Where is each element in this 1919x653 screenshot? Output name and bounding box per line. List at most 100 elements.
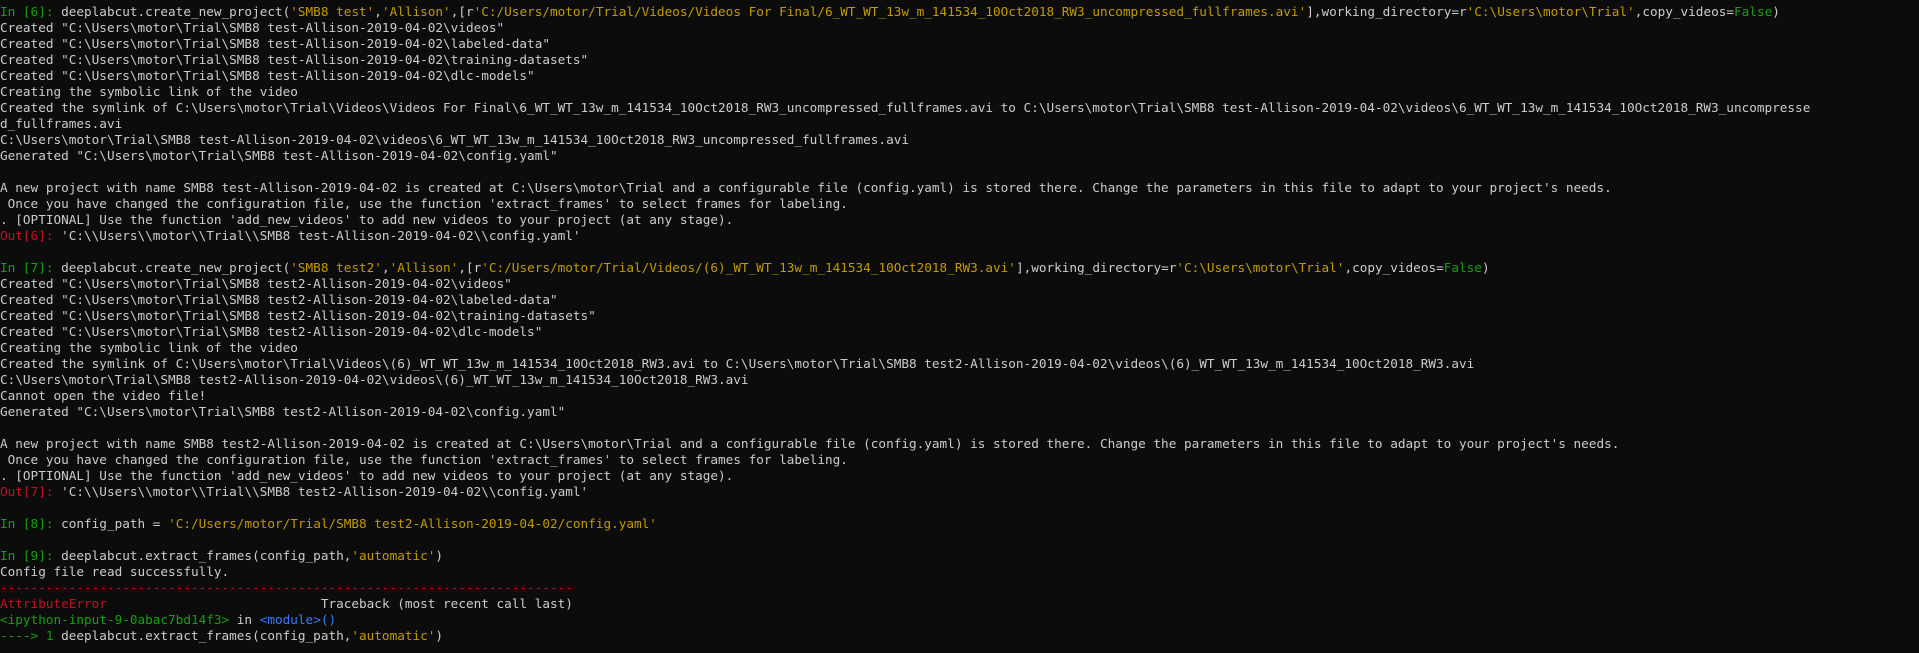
terminal-text-segment: In [6]: xyxy=(0,4,62,19)
terminal-text-segment: deeplabcut.extract_frames(config_path, xyxy=(61,548,352,563)
terminal-text-segment: config_path = xyxy=(61,516,169,531)
terminal-line: Once you have changed the configuration … xyxy=(0,196,1919,212)
terminal-line: C:\Users\motor\Trial\SMB8 test-Allison-2… xyxy=(0,132,1919,148)
terminal-text-segment: <module>() xyxy=(259,612,337,627)
terminal-text-segment: Traceback (most recent call last) xyxy=(106,596,573,611)
terminal-text-segment: ,copy_videos= xyxy=(1344,260,1444,275)
terminal-line: A new project with name SMB8 test-Alliso… xyxy=(0,180,1919,196)
terminal-text-segment: ,copy_videos= xyxy=(1634,4,1735,19)
terminal-text-segment: Created "C:\Users\motor\Trial\SMB8 test-… xyxy=(0,68,535,83)
terminal-line: Created "C:\Users\motor\Trial\SMB8 test-… xyxy=(0,68,1919,84)
terminal-text-segment: Once you have changed the configuration … xyxy=(0,452,848,467)
terminal-text-segment: 'C:\\Users\\motor\\Trial\\SMB8 test-Alli… xyxy=(61,228,581,243)
terminal-text-segment: deeplabcut.create_new_project( xyxy=(61,4,291,19)
terminal-text-segment: 'C:/Users/motor/Trial/Videos/(6)_WT_WT_1… xyxy=(481,260,1016,275)
terminal-line: Created the symlink of C:\Users\motor\Tr… xyxy=(0,100,1919,116)
terminal-text-segment: 'automatic' xyxy=(351,628,436,643)
terminal-text-segment: , xyxy=(381,260,390,275)
terminal-text-segment: Creating the symbolic link of the video xyxy=(0,340,298,355)
terminal-text-segment: 'C:/Users/motor/Trial/Videos/Videos For … xyxy=(473,4,1307,19)
terminal-text-segment: Cannot open the video file! xyxy=(0,388,207,403)
terminal-line: ----------------------------------------… xyxy=(0,580,1919,596)
terminal-line: ----> 1 deeplabcut.extract_frames(config… xyxy=(0,628,1919,644)
terminal-text-segment: A new project with name SMB8 test2-Allis… xyxy=(0,436,1620,451)
terminal-text-segment: C:\Users\motor\Trial\SMB8 test-Allison-2… xyxy=(0,132,909,147)
terminal-text-segment: 'C:/Users/motor/Trial/SMB8 test2-Allison… xyxy=(168,516,657,531)
terminal-text-segment: deeplabcut.extract_frames(config_path, xyxy=(61,628,352,643)
terminal-text-segment: ,[r xyxy=(450,4,474,19)
terminal-text-segment: ) xyxy=(1481,260,1490,275)
terminal-line: Cannot open the video file! xyxy=(0,388,1919,404)
terminal-line: Creating the symbolic link of the video xyxy=(0,84,1919,100)
terminal-text-segment: 'C:\\Users\\motor\\Trial\\SMB8 test2-All… xyxy=(61,484,589,499)
terminal-text-segment: Generated "C:\Users\motor\Trial\SMB8 tes… xyxy=(0,148,558,163)
terminal-text-segment: ],working_directory=r xyxy=(1015,260,1177,275)
terminal-text-segment: Config file read successfully. xyxy=(0,564,230,579)
terminal-line: A new project with name SMB8 test2-Allis… xyxy=(0,436,1919,452)
terminal-line: AttributeError Traceback (most recent ca… xyxy=(0,596,1919,612)
terminal-text-segment: <ipython-input-9-0abac7bd14f3> xyxy=(0,612,230,627)
terminal-text-segment: In [9]: xyxy=(0,548,62,563)
terminal-text-segment: , xyxy=(374,4,382,19)
terminal-window[interactable]: In [6]: deeplabcut.create_new_project('S… xyxy=(0,0,1919,653)
terminal-line: Creating the symbolic link of the video xyxy=(0,340,1919,356)
terminal-text-segment: Out[6]: xyxy=(0,228,62,243)
terminal-line: Created "C:\Users\motor\Trial\SMB8 test-… xyxy=(0,20,1919,36)
terminal-text-segment: ) xyxy=(435,548,444,563)
terminal-text-segment: Generated "C:\Users\motor\Trial\SMB8 tes… xyxy=(0,404,566,419)
terminal-line: . [OPTIONAL] Use the function 'add_new_v… xyxy=(0,212,1919,228)
terminal-line: C:\Users\motor\Trial\SMB8 test2-Allison-… xyxy=(0,372,1919,388)
terminal-text-segment: Out[7]: xyxy=(0,484,62,499)
terminal-text-segment: Created the symlink of C:\Users\motor\Tr… xyxy=(0,100,1811,115)
terminal-text-segment: C:\Users\motor\Trial\SMB8 test2-Allison-… xyxy=(0,372,749,387)
terminal-text-segment: 'C:\Users\motor\Trial' xyxy=(1176,260,1345,275)
terminal-text-segment: Created "C:\Users\motor\Trial\SMB8 test2… xyxy=(0,292,558,307)
terminal-text-segment: . [OPTIONAL] Use the function 'add_new_v… xyxy=(0,468,734,483)
terminal-text-segment: 'Allison' xyxy=(381,4,451,19)
terminal-line: d_fullframes.avi xyxy=(0,116,1919,132)
terminal-line: Once you have changed the configuration … xyxy=(0,452,1919,468)
terminal-text-segment: 'automatic' xyxy=(351,548,436,563)
terminal-text-segment: . [OPTIONAL] Use the function 'add_new_v… xyxy=(0,212,734,227)
terminal-line: Created "C:\Users\motor\Trial\SMB8 test2… xyxy=(0,324,1919,340)
terminal-text-segment: False xyxy=(1443,260,1482,275)
terminal-text-segment: False xyxy=(1734,4,1773,19)
terminal-line: Out[6]: 'C:\\Users\\motor\\Trial\\SMB8 t… xyxy=(0,228,1919,244)
terminal-text-segment: Created "C:\Users\motor\Trial\SMB8 test2… xyxy=(0,276,512,291)
terminal-text-segment: Created the symlink of C:\Users\motor\Tr… xyxy=(0,356,1475,371)
terminal-text-segment: AttributeError xyxy=(0,596,107,611)
terminal-text-segment: In [8]: xyxy=(0,516,62,531)
terminal-text-segment: ],working_directory=r xyxy=(1306,4,1467,19)
terminal-line: . [OPTIONAL] Use the function 'add_new_v… xyxy=(0,468,1919,484)
terminal-text-segment: deeplabcut.create_new_project( xyxy=(61,260,291,275)
terminal-text-segment: in xyxy=(229,612,260,627)
terminal-line: Created "C:\Users\motor\Trial\SMB8 test-… xyxy=(0,52,1919,68)
terminal-text-segment: Once you have changed the configuration … xyxy=(0,196,848,211)
terminal-line: Config file read successfully. xyxy=(0,564,1919,580)
terminal-line: <ipython-input-9-0abac7bd14f3> in <modul… xyxy=(0,612,1919,628)
terminal-line: In [8]: config_path = 'C:/Users/motor/Tr… xyxy=(0,516,1919,532)
terminal-text-segment: A new project with name SMB8 test-Alliso… xyxy=(0,180,1612,195)
terminal-text-segment: In [7]: xyxy=(0,260,62,275)
terminal-text-segment: Created "C:\Users\motor\Trial\SMB8 test2… xyxy=(0,324,543,339)
terminal-line: Created "C:\Users\motor\Trial\SMB8 test-… xyxy=(0,36,1919,52)
terminal-line: Out[7]: 'C:\\Users\\motor\\Trial\\SMB8 t… xyxy=(0,484,1919,500)
terminal-text-segment: Created "C:\Users\motor\Trial\SMB8 test2… xyxy=(0,308,596,323)
terminal-text-segment: ----> 1 xyxy=(0,628,62,643)
terminal-text-segment: ,[r xyxy=(458,260,482,275)
terminal-text-segment: 'SMB8 test' xyxy=(290,4,375,19)
terminal-text-segment: Creating the symbolic link of the video xyxy=(0,84,298,99)
terminal-line: Generated "C:\Users\motor\Trial\SMB8 tes… xyxy=(0,404,1919,420)
terminal-line: Created "C:\Users\motor\Trial\SMB8 test2… xyxy=(0,276,1919,292)
terminal-text-segment: Created "C:\Users\motor\Trial\SMB8 test-… xyxy=(0,52,589,67)
terminal-text-segment: 'Allison' xyxy=(389,260,459,275)
terminal-line: Created "C:\Users\motor\Trial\SMB8 test2… xyxy=(0,308,1919,324)
terminal-text-segment: Created "C:\Users\motor\Trial\SMB8 test-… xyxy=(0,20,505,35)
terminal-line: Created "C:\Users\motor\Trial\SMB8 test2… xyxy=(0,292,1919,308)
terminal-line: In [9]: deeplabcut.extract_frames(config… xyxy=(0,548,1919,564)
